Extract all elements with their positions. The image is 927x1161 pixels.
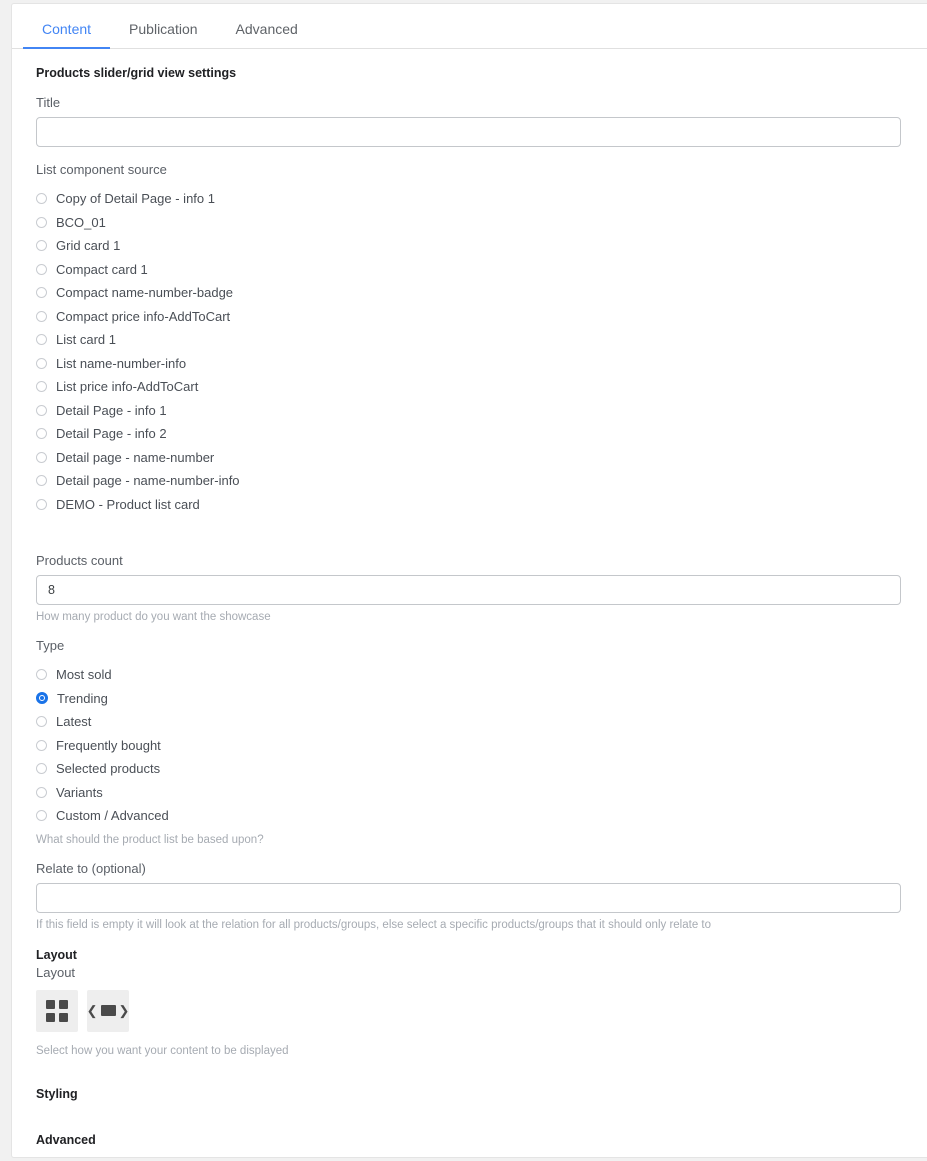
list-source-label: List component source [36, 162, 167, 177]
slide-box-icon [100, 1005, 116, 1016]
radio-icon [36, 404, 47, 416]
radio-icon [36, 310, 47, 322]
type-radio-group: Most sold Trending Latest Frequently bou… [36, 663, 927, 828]
list-source-option[interactable]: Detail Page - info 2 [36, 422, 927, 446]
radio-icon [36, 669, 47, 681]
radio-icon [36, 334, 47, 346]
radio-icon [36, 287, 47, 299]
type-option-frequently-bought[interactable]: Frequently bought [36, 734, 927, 758]
layout-slider-button[interactable]: ❮ ❯ [87, 989, 130, 1032]
radio-icon [36, 451, 47, 463]
layout-section-title: Layout [36, 947, 77, 962]
page-title: Products slider/grid view settings [36, 66, 237, 80]
advanced-section-title: Advanced [36, 1132, 96, 1147]
radio-icon [36, 216, 47, 228]
layout-grid-button[interactable] [36, 989, 78, 1032]
carousel-icon: ❮ ❯ [87, 1004, 130, 1017]
list-source-option[interactable]: List card 1 [36, 328, 927, 352]
layout-options: ❮ ❯ [36, 989, 927, 1032]
styling-section-title: Styling [36, 1086, 78, 1101]
type-option-trending[interactable]: Trending [36, 687, 927, 711]
layout-field-label: Layout [36, 964, 76, 980]
list-source-option[interactable]: Compact name-number-badge [36, 281, 927, 305]
settings-panel: Content Publication Advanced Products sl… [11, 3, 927, 1158]
tab-content[interactable]: Content [23, 22, 111, 49]
radio-icon [36, 428, 47, 440]
list-source-option[interactable]: List price info-AddToCart [36, 375, 927, 399]
products-count-helper: How many product do you want the showcas… [36, 611, 271, 623]
relate-to-label: Relate to (optional) [36, 860, 146, 876]
radio-icon [36, 739, 47, 751]
list-source-option[interactable]: Detail page - name-number-info [36, 469, 927, 493]
list-source-option[interactable]: BCO_01 [36, 211, 927, 235]
tab-advanced[interactable]: Advanced [217, 22, 317, 48]
list-source-option[interactable]: Detail Page - info 1 [36, 399, 927, 423]
radio-icon [36, 240, 47, 252]
radio-icon [36, 357, 47, 369]
list-source-option[interactable]: Copy of Detail Page - info 1 [36, 187, 927, 211]
radio-icon [36, 716, 47, 728]
title-input[interactable] [36, 117, 901, 147]
chevron-right-icon: ❯ [118, 1003, 130, 1018]
type-option-variants[interactable]: Variants [36, 781, 927, 805]
content-panel: Products slider/grid view settings Title… [12, 66, 927, 1147]
list-source-option[interactable]: DEMO - Product list card [36, 493, 927, 517]
list-source-option[interactable]: List name-number-info [36, 352, 927, 376]
list-source-option[interactable]: Compact price info-AddToCart [36, 305, 927, 329]
radio-icon [36, 381, 47, 393]
list-source-option[interactable]: Grid card 1 [36, 234, 927, 258]
radio-icon [36, 193, 47, 205]
list-source-option[interactable]: Compact card 1 [36, 258, 927, 282]
type-option-selected-products[interactable]: Selected products [36, 757, 927, 781]
type-option-custom-advanced[interactable]: Custom / Advanced [36, 804, 927, 828]
type-option-most-sold[interactable]: Most sold [36, 663, 927, 687]
radio-icon [36, 498, 47, 510]
radio-icon [36, 810, 47, 822]
chevron-left-icon: ❮ [86, 1003, 98, 1018]
products-count-input[interactable] [36, 575, 901, 605]
title-label: Title [36, 95, 61, 110]
layout-helper: Select how you want your content to be d… [36, 1044, 289, 1057]
list-source-option[interactable]: Detail page - name-number [36, 446, 927, 470]
radio-icon [36, 475, 47, 487]
radio-icon [36, 263, 47, 275]
list-source-radio-group: Copy of Detail Page - info 1 BCO_01 Grid… [36, 187, 927, 516]
radio-selected-icon [36, 692, 48, 705]
radio-icon [36, 786, 47, 798]
relate-to-input[interactable] [36, 882, 901, 913]
tab-bar: Content Publication Advanced [12, 4, 927, 49]
tab-publication[interactable]: Publication [110, 22, 217, 48]
relate-to-helper: If this field is empty it will look at t… [36, 918, 712, 931]
type-helper: What should the product list be based up… [36, 833, 264, 846]
radio-icon [36, 763, 47, 775]
type-label: Type [36, 638, 65, 653]
type-option-latest[interactable]: Latest [36, 710, 927, 734]
grid-icon [46, 999, 68, 1022]
products-count-label: Products count [36, 553, 123, 568]
